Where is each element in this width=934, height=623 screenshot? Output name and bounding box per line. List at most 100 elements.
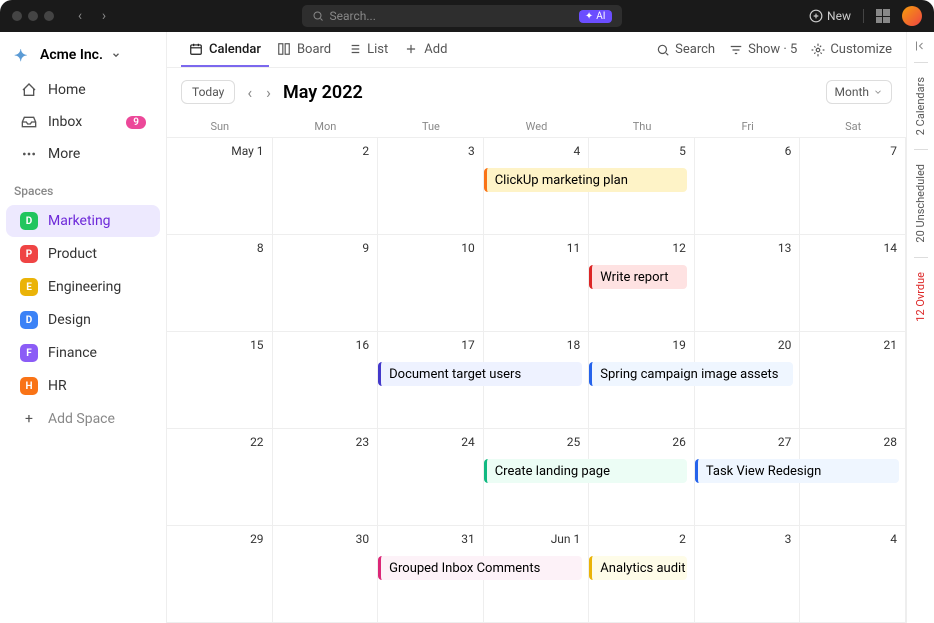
sidebar-space-product[interactable]: PProduct bbox=[6, 238, 160, 270]
calendar-cell[interactable]: 23 bbox=[273, 429, 379, 525]
chevron-down-icon bbox=[111, 50, 121, 60]
home-icon bbox=[20, 82, 38, 98]
calendar-cell[interactable]: 22 bbox=[167, 429, 273, 525]
space-icon: D bbox=[20, 311, 38, 329]
sidebar-space-marketing[interactable]: DMarketing bbox=[6, 205, 160, 237]
space-icon: F bbox=[20, 344, 38, 362]
ai-badge[interactable]: ✦ AI bbox=[579, 10, 612, 23]
filter-icon bbox=[729, 43, 743, 57]
calendar-cell[interactable]: 15 bbox=[167, 332, 273, 428]
calendar-week: 22232425262728Create landing pageTask Vi… bbox=[167, 429, 906, 526]
nav-back[interactable]: ‹ bbox=[70, 8, 90, 24]
calendar-cell[interactable]: 24 bbox=[378, 429, 484, 525]
window-controls[interactable] bbox=[12, 11, 54, 21]
toolbar-show[interactable]: Show · 5 bbox=[729, 42, 797, 57]
apps-icon[interactable] bbox=[876, 9, 890, 23]
day-header: Tue bbox=[378, 116, 484, 137]
sidebar-space-design[interactable]: DDesign bbox=[6, 304, 160, 336]
calendar-week: 891011121314Write report bbox=[167, 235, 906, 332]
today-button[interactable]: Today bbox=[181, 80, 235, 104]
calendar-cell[interactable]: 16 bbox=[273, 332, 379, 428]
plus-icon: + bbox=[20, 411, 38, 427]
list-icon bbox=[347, 42, 361, 56]
view-select[interactable]: Month bbox=[826, 80, 892, 104]
spaces-heading: Spaces bbox=[0, 170, 166, 204]
rail-overdue[interactable]: 12 Ovrdue bbox=[914, 268, 927, 326]
calendar-week: 293031Jun 1234Grouped Inbox CommentsAnal… bbox=[167, 526, 906, 623]
space-icon: D bbox=[20, 212, 38, 230]
calendar-event[interactable]: Write report bbox=[589, 265, 687, 289]
calendar-cell[interactable]: May 1 bbox=[167, 138, 273, 234]
workspace-icon bbox=[14, 46, 32, 64]
calendar-cell[interactable]: 9 bbox=[273, 235, 379, 331]
nav-forward[interactable]: › bbox=[94, 8, 114, 24]
search-placeholder: Search... bbox=[330, 9, 376, 23]
global-search[interactable]: Search... ✦ AI bbox=[302, 5, 622, 27]
toolbar-customize[interactable]: Customize bbox=[811, 42, 892, 57]
sidebar-item-more[interactable]: More bbox=[6, 139, 160, 169]
calendar-cell[interactable]: 13 bbox=[695, 235, 801, 331]
plus-circle-icon bbox=[809, 9, 823, 23]
sidebar-space-hr[interactable]: HHR bbox=[6, 370, 160, 402]
day-header: Thu bbox=[589, 116, 695, 137]
calendar-cell[interactable]: 3 bbox=[378, 138, 484, 234]
month-title: May 2022 bbox=[283, 82, 363, 103]
more-icon bbox=[20, 146, 38, 162]
calendar-icon bbox=[189, 42, 203, 56]
calendar-cell[interactable]: 4 bbox=[800, 526, 906, 622]
day-header: Mon bbox=[273, 116, 379, 137]
workspace-switcher[interactable]: Acme Inc. bbox=[0, 36, 166, 74]
gear-icon bbox=[811, 43, 825, 57]
day-header: Wed bbox=[484, 116, 590, 137]
calendar-cell[interactable]: 21 bbox=[800, 332, 906, 428]
search-icon bbox=[656, 43, 670, 57]
calendar-event[interactable]: Grouped Inbox Comments bbox=[378, 556, 582, 580]
calendar-cell[interactable]: 11 bbox=[484, 235, 590, 331]
toolbar-search[interactable]: Search bbox=[656, 42, 715, 57]
search-icon bbox=[312, 10, 324, 22]
sidebar: Acme Inc. Home Inbox 9 More Spaces DMark… bbox=[0, 32, 167, 623]
new-button[interactable]: New bbox=[809, 9, 851, 23]
calendar-cell[interactable]: 30 bbox=[273, 526, 379, 622]
day-header: Sat bbox=[800, 116, 906, 137]
view-toolbar: CalendarBoardListAdd Search Show · 5 Cus… bbox=[167, 32, 906, 68]
tab-add[interactable]: Add bbox=[396, 34, 455, 67]
user-avatar[interactable] bbox=[902, 6, 922, 26]
next-month[interactable]: › bbox=[264, 83, 273, 102]
add-space[interactable]: + Add Space bbox=[6, 404, 160, 434]
collapse-icon[interactable] bbox=[915, 40, 927, 52]
rail-unscheduled[interactable]: 20 Unscheduled bbox=[914, 160, 927, 247]
inbox-badge: 9 bbox=[126, 116, 146, 129]
tab-board[interactable]: Board bbox=[269, 34, 339, 67]
sidebar-space-finance[interactable]: FFinance bbox=[6, 337, 160, 369]
calendar-event[interactable]: Analytics audit bbox=[589, 556, 687, 580]
calendar-cell[interactable]: 3 bbox=[695, 526, 801, 622]
calendar-cell[interactable]: 10 bbox=[378, 235, 484, 331]
add-icon bbox=[404, 42, 418, 56]
chevron-down-icon bbox=[873, 87, 883, 97]
calendar-event[interactable]: Create landing page bbox=[484, 459, 688, 483]
calendar-cell[interactable]: 14 bbox=[800, 235, 906, 331]
space-icon: P bbox=[20, 245, 38, 263]
sidebar-item-home[interactable]: Home bbox=[6, 75, 160, 105]
calendar-event[interactable]: Spring campaign image assets bbox=[589, 362, 793, 386]
sidebar-space-engineering[interactable]: EEngineering bbox=[6, 271, 160, 303]
sidebar-item-inbox[interactable]: Inbox 9 bbox=[6, 107, 160, 137]
day-header: Sun bbox=[167, 116, 273, 137]
calendar-cell[interactable]: 6 bbox=[695, 138, 801, 234]
calendar-cell[interactable]: 8 bbox=[167, 235, 273, 331]
calendar-event[interactable]: ClickUp marketing plan bbox=[484, 168, 688, 192]
tab-calendar[interactable]: Calendar bbox=[181, 34, 269, 67]
inbox-icon bbox=[20, 114, 38, 130]
calendar-week: 15161718192021Document target usersSprin… bbox=[167, 332, 906, 429]
calendar-cell[interactable]: 2 bbox=[273, 138, 379, 234]
space-icon: E bbox=[20, 278, 38, 296]
calendar-cell[interactable]: 29 bbox=[167, 526, 273, 622]
tab-list[interactable]: List bbox=[339, 34, 396, 67]
calendar-event[interactable]: Document target users bbox=[378, 362, 582, 386]
calendar-event[interactable]: Task View Redesign bbox=[695, 459, 899, 483]
rail-calendars[interactable]: 2 Calendars bbox=[914, 73, 927, 139]
prev-month[interactable]: ‹ bbox=[245, 83, 254, 102]
calendar-cell[interactable]: 7 bbox=[800, 138, 906, 234]
board-icon bbox=[277, 42, 291, 56]
